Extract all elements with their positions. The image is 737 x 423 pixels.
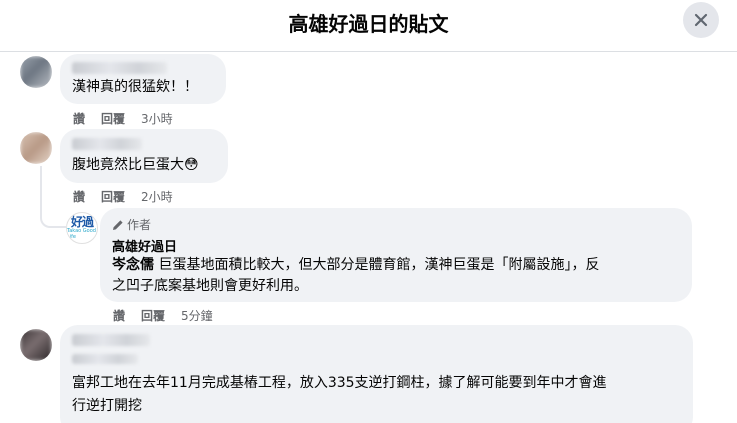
comment-text-line2: 行逆打開挖 bbox=[72, 398, 142, 414]
like-button[interactable]: 讚 bbox=[73, 110, 85, 127]
comment-bubble: 漢神真的很猛欸！！ bbox=[60, 54, 226, 104]
author-reply-text-line1: 岑念儒 巨蛋基地面積比較大，但大部分是體育館，漢神巨蛋是「附屬設施」，反 bbox=[112, 254, 599, 276]
avatar[interactable] bbox=[20, 132, 52, 164]
dialog-title: 高雄好過日的貼文 bbox=[288, 12, 449, 36]
comment-text-body: 腹地竟然比巨蛋大 bbox=[72, 157, 184, 173]
author-name[interactable]: 高雄好過日 bbox=[112, 236, 177, 255]
author-reply-bubble: 作者 高雄好過日 岑念儒 巨蛋基地面積比較大，但大部分是體育館，漢神巨蛋是「附屬… bbox=[100, 208, 692, 302]
avatar[interactable] bbox=[20, 329, 52, 361]
logo-sub-text: Takao Good Life bbox=[67, 228, 96, 240]
comment-bubble: 腹地竟然比巨蛋大😳 bbox=[60, 129, 228, 183]
like-button[interactable]: 讚 bbox=[113, 307, 125, 324]
author-badge: 作者 bbox=[112, 216, 151, 233]
comment-time[interactable]: 2小時 bbox=[141, 188, 173, 205]
commenter-name-blurred[interactable] bbox=[72, 334, 150, 346]
comment-actions: 讚 回覆 2小時 bbox=[73, 188, 173, 205]
reply-button[interactable]: 回覆 bbox=[141, 307, 165, 324]
close-button[interactable] bbox=[683, 2, 719, 38]
commenter-subtitle-blurred bbox=[72, 354, 138, 364]
dialog-header: 高雄好過日的貼文 bbox=[0, 0, 737, 52]
page-avatar-logo[interactable]: 好過 Takao Good Life bbox=[66, 212, 98, 244]
pencil-icon bbox=[113, 219, 123, 230]
avatar[interactable] bbox=[20, 56, 52, 88]
comment-bubble: 富邦工地在去年11月完成基樁工程，放入335支逆打鋼柱，據了解可能要到年中才會進… bbox=[60, 325, 693, 423]
commenter-name-blurred[interactable] bbox=[72, 138, 142, 150]
comment-text-line1: 富邦工地在去年11月完成基樁工程，放入335支逆打鋼柱，據了解可能要到年中才會進 bbox=[72, 375, 607, 391]
comment-actions: 讚 回覆 3小時 bbox=[73, 110, 173, 127]
comment-time[interactable]: 5分鐘 bbox=[181, 307, 213, 324]
comment-time[interactable]: 3小時 bbox=[141, 110, 173, 127]
close-icon bbox=[694, 13, 708, 27]
comment-actions: 讚 回覆 5分鐘 bbox=[113, 307, 213, 324]
author-reply-text: 巨蛋基地面積比較大，但大部分是體育館，漢神巨蛋是「附屬設施」，反 bbox=[154, 257, 600, 273]
reply-connector bbox=[40, 166, 66, 228]
comment-text: 腹地竟然比巨蛋大😳 bbox=[72, 154, 199, 176]
like-button[interactable]: 讚 bbox=[73, 188, 85, 205]
commenter-name-blurred[interactable] bbox=[72, 62, 167, 74]
logo-main-text: 好過 bbox=[70, 215, 94, 229]
mention-tag[interactable]: 岑念儒 bbox=[112, 257, 154, 273]
comment-text: 漢神真的很猛欸！！ bbox=[72, 79, 198, 95]
reply-button[interactable]: 回覆 bbox=[101, 110, 125, 127]
reply-button[interactable]: 回覆 bbox=[101, 188, 125, 205]
flushed-face-emoji: 😳 bbox=[184, 157, 199, 173]
author-badge-label: 作者 bbox=[127, 218, 152, 232]
author-reply-text-line2: 之凹子底案基地則會更好利用。 bbox=[112, 278, 308, 294]
